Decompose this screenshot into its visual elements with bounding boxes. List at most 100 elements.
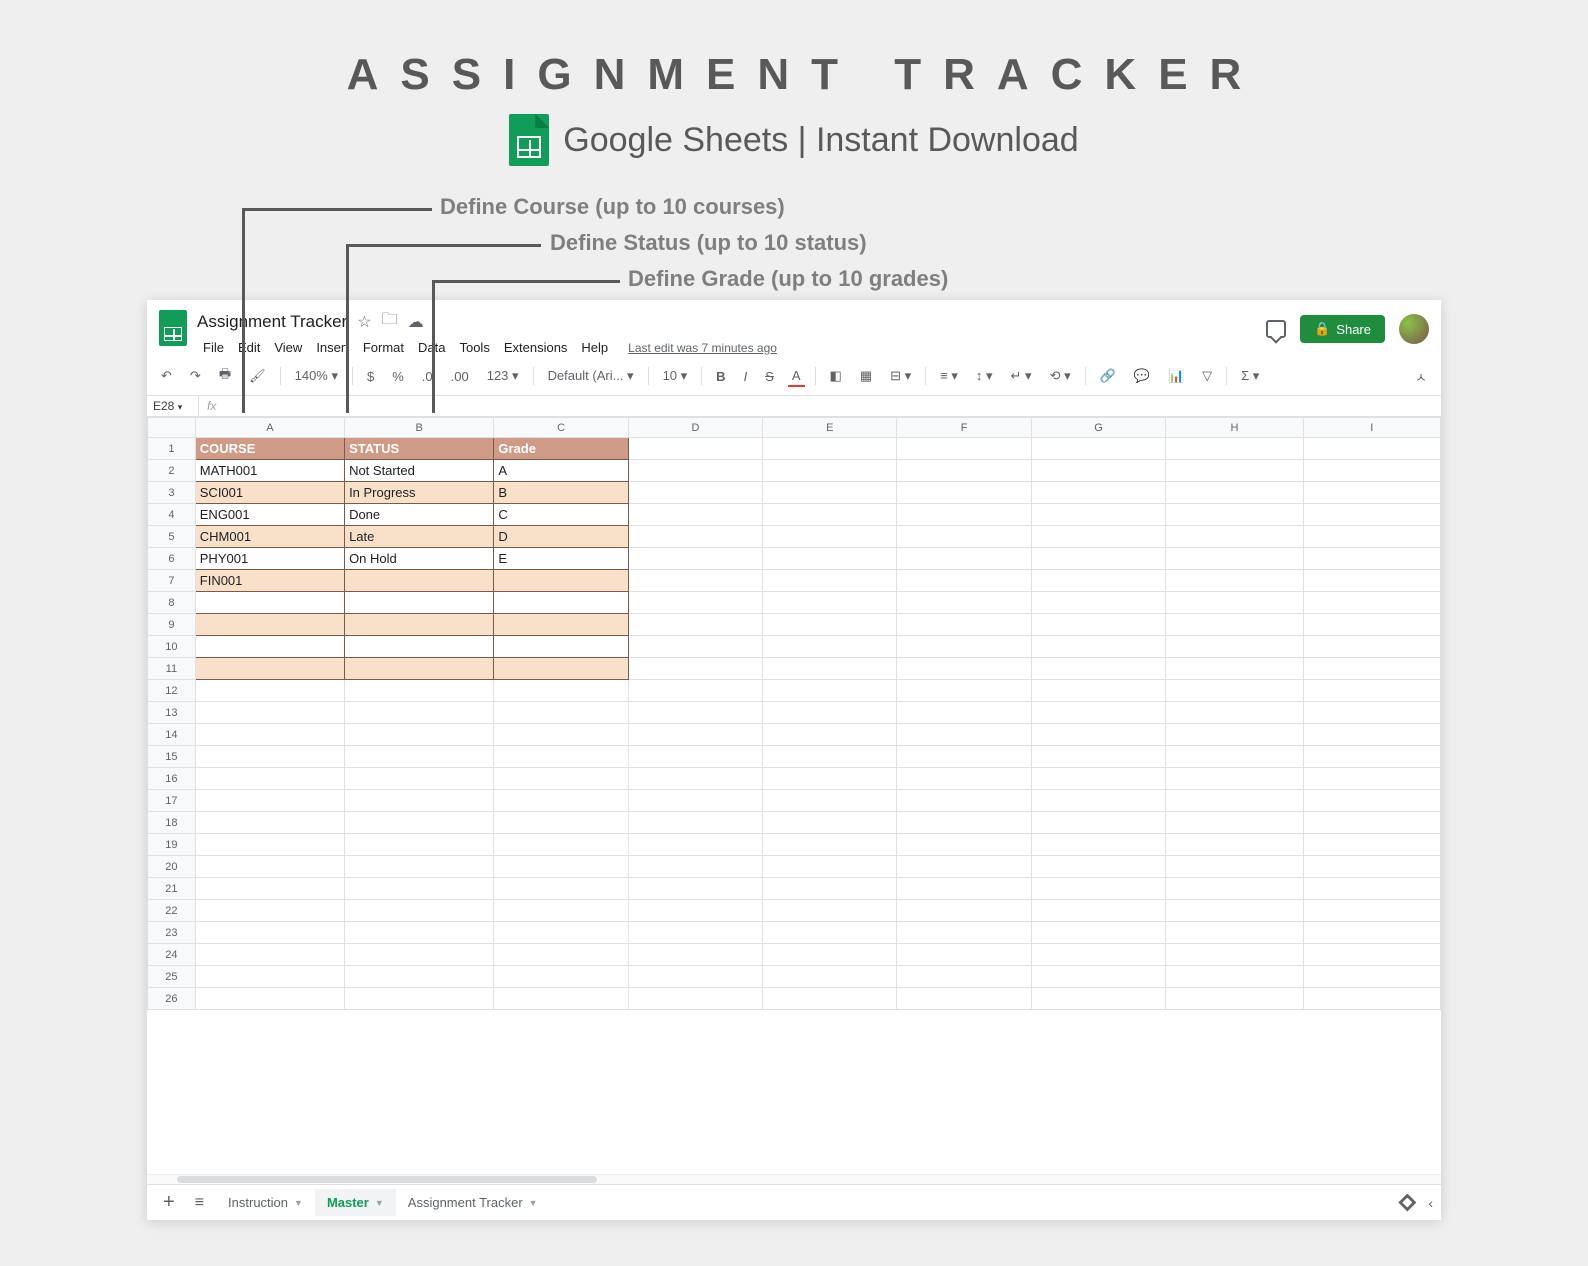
halign-button[interactable]: ≡ ▾ bbox=[936, 366, 962, 386]
column-header[interactable]: B bbox=[345, 418, 494, 438]
column-header[interactable]: E bbox=[763, 418, 897, 438]
cell[interactable]: CHM001 bbox=[195, 526, 344, 548]
horizontal-scrollbar[interactable] bbox=[147, 1174, 1441, 1184]
row-header[interactable]: 8 bbox=[148, 592, 196, 614]
row-header[interactable]: 20 bbox=[148, 856, 196, 878]
sheet-tab[interactable]: Instruction▼ bbox=[216, 1189, 315, 1216]
row-header[interactable]: 6 bbox=[148, 548, 196, 570]
currency-button[interactable]: $ bbox=[363, 367, 378, 386]
sheet-tab[interactable]: Assignment Tracker▼ bbox=[396, 1189, 550, 1216]
cell[interactable] bbox=[195, 636, 344, 658]
cell[interactable]: C bbox=[494, 504, 628, 526]
row-header[interactable]: 7 bbox=[148, 570, 196, 592]
move-folder-icon[interactable]: 🗀 bbox=[382, 308, 398, 335]
row-header[interactable]: 16 bbox=[148, 768, 196, 790]
cell[interactable]: Done bbox=[345, 504, 494, 526]
row-header[interactable]: 14 bbox=[148, 724, 196, 746]
row-header[interactable]: 22 bbox=[148, 900, 196, 922]
cell[interactable]: In Progress bbox=[345, 482, 494, 504]
row-header[interactable]: 10 bbox=[148, 636, 196, 658]
cell[interactable] bbox=[345, 592, 494, 614]
functions-button[interactable]: Σ ▾ bbox=[1237, 366, 1263, 386]
row-header[interactable]: 13 bbox=[148, 702, 196, 724]
row-header[interactable]: 12 bbox=[148, 680, 196, 702]
menu-help[interactable]: Help bbox=[575, 338, 614, 357]
column-header[interactable]: A bbox=[195, 418, 344, 438]
wrap-button[interactable]: ↵ ▾ bbox=[1007, 366, 1036, 386]
cell[interactable]: COURSE bbox=[195, 438, 344, 460]
sheet-tab[interactable]: Master▼ bbox=[315, 1189, 396, 1216]
cell[interactable] bbox=[494, 636, 628, 658]
row-header[interactable]: 2 bbox=[148, 460, 196, 482]
column-header[interactable]: I bbox=[1303, 418, 1440, 438]
column-header[interactable]: D bbox=[628, 418, 762, 438]
cell[interactable]: B bbox=[494, 482, 628, 504]
chevron-down-icon[interactable]: ▼ bbox=[375, 1198, 384, 1208]
account-avatar[interactable] bbox=[1399, 314, 1429, 344]
cloud-status-icon[interactable]: ☁ bbox=[408, 312, 424, 332]
row-header[interactable]: 17 bbox=[148, 790, 196, 812]
cell[interactable] bbox=[345, 614, 494, 636]
toolbar-collapse-button[interactable]: ㅅ bbox=[1411, 365, 1431, 388]
italic-button[interactable]: I bbox=[740, 367, 752, 386]
row-header[interactable]: 23 bbox=[148, 922, 196, 944]
menu-edit[interactable]: Edit bbox=[232, 338, 266, 357]
chevron-down-icon[interactable]: ▼ bbox=[294, 1198, 303, 1208]
column-header[interactable]: F bbox=[897, 418, 1031, 438]
cell[interactable] bbox=[195, 592, 344, 614]
cell[interactable] bbox=[195, 614, 344, 636]
merge-button[interactable]: ⊟ ▾ bbox=[886, 366, 915, 386]
strike-button[interactable]: S bbox=[761, 367, 778, 386]
cell[interactable] bbox=[494, 592, 628, 614]
cell[interactable] bbox=[345, 570, 494, 592]
cell[interactable]: PHY001 bbox=[195, 548, 344, 570]
cell[interactable]: E bbox=[494, 548, 628, 570]
cell[interactable] bbox=[345, 636, 494, 658]
row-header[interactable]: 3 bbox=[148, 482, 196, 504]
cell[interactable]: Late bbox=[345, 526, 494, 548]
row-header[interactable]: 21 bbox=[148, 878, 196, 900]
font-select[interactable]: Default (Ari... ▾ bbox=[544, 366, 638, 386]
cell[interactable]: Not Started bbox=[345, 460, 494, 482]
comments-icon[interactable] bbox=[1266, 320, 1286, 338]
more-formats-button[interactable]: 123 ▾ bbox=[483, 366, 523, 386]
text-color-button[interactable]: A bbox=[788, 366, 805, 387]
menu-tools[interactable]: Tools bbox=[453, 338, 495, 357]
sheets-logo-icon[interactable] bbox=[159, 310, 187, 346]
undo-button[interactable]: ↶ bbox=[157, 366, 176, 386]
cell[interactable]: On Hold bbox=[345, 548, 494, 570]
cell[interactable]: ENG001 bbox=[195, 504, 344, 526]
share-button[interactable]: 🔒 Share bbox=[1300, 315, 1385, 343]
row-header[interactable]: 1 bbox=[148, 438, 196, 460]
row-header[interactable]: 5 bbox=[148, 526, 196, 548]
rotate-button[interactable]: ⟲ ▾ bbox=[1046, 366, 1075, 386]
menu-file[interactable]: File bbox=[197, 338, 230, 357]
row-header[interactable]: 24 bbox=[148, 944, 196, 966]
cell[interactable]: STATUS bbox=[345, 438, 494, 460]
valign-button[interactable]: ↕ ▾ bbox=[972, 366, 997, 386]
cell[interactable] bbox=[494, 658, 628, 680]
row-header[interactable]: 18 bbox=[148, 812, 196, 834]
all-sheets-button[interactable]: ≡ bbox=[187, 1194, 212, 1212]
column-header[interactable]: C bbox=[494, 418, 628, 438]
increase-decimal-button[interactable]: .00 bbox=[447, 367, 473, 386]
row-header[interactable]: 4 bbox=[148, 504, 196, 526]
row-header[interactable]: 9 bbox=[148, 614, 196, 636]
cell[interactable] bbox=[494, 614, 628, 636]
cell[interactable]: MATH001 bbox=[195, 460, 344, 482]
spreadsheet-grid[interactable]: ABCDEFGHI1COURSESTATUSGrade2MATH001Not S… bbox=[147, 417, 1441, 1174]
cell[interactable] bbox=[195, 658, 344, 680]
cell[interactable]: A bbox=[494, 460, 628, 482]
row-header[interactable]: 11 bbox=[148, 658, 196, 680]
document-title[interactable]: Assignment Tracker bbox=[197, 312, 347, 332]
font-size-select[interactable]: 10 ▾ bbox=[659, 366, 692, 386]
menu-view[interactable]: View bbox=[268, 338, 308, 357]
bold-button[interactable]: B bbox=[712, 367, 729, 386]
redo-button[interactable]: ↷ bbox=[186, 366, 205, 386]
explore-button[interactable] bbox=[1398, 1194, 1416, 1212]
add-sheet-button[interactable]: + bbox=[155, 1191, 183, 1214]
print-button[interactable]: 🖶 bbox=[215, 363, 235, 389]
percent-button[interactable]: % bbox=[388, 367, 408, 386]
last-edit-link[interactable]: Last edit was 7 minutes ago bbox=[622, 339, 783, 357]
side-panel-toggle[interactable]: ‹ bbox=[1428, 1195, 1433, 1211]
